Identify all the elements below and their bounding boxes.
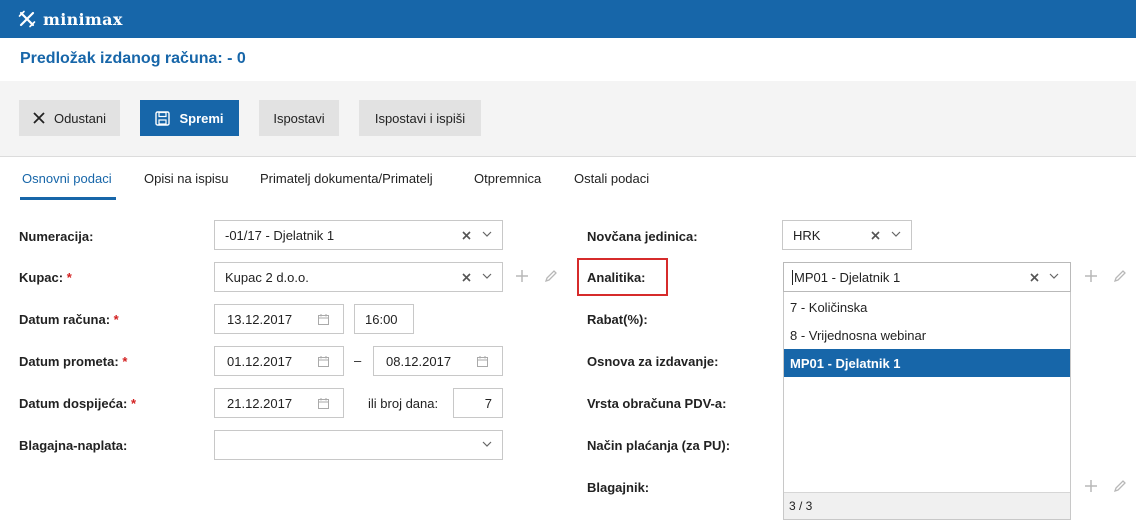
datum-racuna-label: Datum računa: * — [19, 312, 119, 327]
add-icon[interactable] — [515, 269, 529, 283]
top-bar — [0, 0, 1136, 38]
close-icon — [33, 112, 45, 124]
numeracija-label: Numeracija: — [19, 229, 94, 244]
chevron-down-icon[interactable] — [891, 231, 901, 238]
broj-dana-value: 7 — [484, 395, 492, 411]
chevron-down-icon[interactable] — [482, 273, 492, 280]
analitika-highlight — [577, 258, 668, 296]
numeracija-value: -01/17 - Djelatnik 1 — [225, 227, 335, 243]
analitika-dropdown: 7 - Količinska 8 - Vrijednosna webinar M… — [783, 292, 1071, 520]
blagajna-select[interactable] — [214, 430, 503, 460]
chevron-down-icon[interactable] — [482, 441, 492, 448]
kupac-value: Kupac 2 d.o.o. — [225, 269, 309, 285]
kupac-select[interactable]: Kupac 2 d.o.o. — [214, 262, 503, 292]
issue-button[interactable]: Ispostavi — [259, 100, 339, 136]
edit-icon[interactable] — [1113, 269, 1127, 283]
chevron-down-icon[interactable] — [482, 231, 492, 238]
vrsta-pdv-label: Vrsta obračuna PDV-a: — [587, 396, 727, 411]
cancel-button-label: Odustani — [53, 110, 107, 126]
tab-otpremnica[interactable]: Otpremnica — [474, 171, 541, 186]
datum-dospijeca-value: 21.12.2017 — [227, 395, 293, 411]
tab-opisi-na-ispisu[interactable]: Opisi na ispisu — [144, 171, 229, 186]
datum-prometa-to-value: 08.12.2017 — [386, 353, 452, 369]
save-button-label: Spremi — [179, 110, 224, 126]
calendar-icon[interactable] — [318, 356, 329, 367]
issue-print-button-label: Ispostavi i ispiši — [374, 110, 466, 126]
blagajnik-label: Blagajnik: — [587, 480, 650, 495]
active-tab-indicator — [20, 197, 116, 200]
save-button[interactable]: Spremi — [140, 100, 239, 136]
datum-dospijeca-label: Datum dospijeća: * — [19, 396, 137, 411]
edit-icon[interactable] — [544, 269, 558, 283]
osnova-label: Osnova za izdavanje: — [587, 354, 719, 369]
page-title: Predložak izdanog računa: - 0 — [20, 50, 246, 67]
required-mark: * — [130, 396, 137, 411]
required-mark: * — [122, 354, 128, 369]
issue-button-label: Ispostavi — [273, 110, 325, 126]
app-name: minimax — [43, 9, 123, 29]
minimax-logo-icon — [18, 10, 36, 28]
datum-prometa-to-input[interactable]: 08.12.2017 — [373, 346, 503, 376]
datum-prometa-label: Datum prometa: * — [19, 354, 128, 369]
tab-osnovni-podaci[interactable]: Osnovni podaci — [22, 171, 112, 186]
novcana-jedinica-label: Novčana jedinica: — [587, 229, 698, 244]
tab-primatelj[interactable]: Primatelj dokumenta/Primatelj — [260, 171, 433, 186]
numeracija-select[interactable]: -01/17 - Djelatnik 1 — [214, 220, 503, 250]
dropdown-option-selected[interactable]: MP01 - Djelatnik 1 — [784, 349, 1070, 377]
vrijeme-input[interactable]: 16:00 — [354, 304, 414, 334]
novcana-jedinica-select[interactable]: HRK — [782, 220, 912, 250]
analitika-value: MP01 - Djelatnik 1 — [792, 269, 901, 285]
dropdown-option[interactable]: 8 - Vrijednosna webinar — [784, 321, 1070, 349]
analitika-select[interactable]: MP01 - Djelatnik 1 — [783, 262, 1071, 292]
tab-ostali-podaci[interactable]: Ostali podaci — [574, 171, 649, 186]
save-icon — [155, 110, 171, 126]
datum-racuna-value: 13.12.2017 — [227, 311, 293, 327]
add-icon[interactable] — [1084, 269, 1098, 283]
clear-icon[interactable] — [462, 273, 471, 282]
app-logo[interactable]: minimax — [18, 8, 123, 30]
rabat-label: Rabat(%): — [587, 312, 648, 327]
edit-icon[interactable] — [1113, 479, 1127, 493]
calendar-icon[interactable] — [477, 356, 488, 367]
novcana-jedinica-value: HRK — [793, 227, 821, 243]
clear-icon[interactable] — [462, 231, 471, 240]
dropdown-count: 3 / 3 — [784, 492, 1070, 519]
dropdown-option[interactable]: 7 - Količinska — [784, 293, 1070, 321]
datum-dospijeca-input[interactable]: 21.12.2017 — [214, 388, 344, 418]
datum-prometa-from-input[interactable]: 01.12.2017 — [214, 346, 344, 376]
required-mark: * — [113, 312, 119, 327]
clear-icon[interactable] — [871, 231, 880, 240]
clear-icon[interactable] — [1030, 273, 1039, 282]
date-range-separator: – — [354, 353, 362, 368]
vrijeme-value: 16:00 — [365, 311, 398, 327]
nacin-placanja-label: Način plaćanja (za PU): — [587, 438, 731, 453]
calendar-icon[interactable] — [318, 398, 329, 409]
broj-dana-input[interactable]: 7 — [453, 388, 503, 418]
kupac-label: Kupac: * — [19, 270, 72, 285]
required-mark: * — [66, 270, 72, 285]
issue-print-button[interactable]: Ispostavi i ispiši — [359, 100, 481, 136]
add-icon[interactable] — [1084, 479, 1098, 493]
broj-dana-label: ili broj dana: — [368, 396, 439, 411]
cancel-button[interactable]: Odustani — [19, 100, 120, 136]
datum-racuna-input[interactable]: 13.12.2017 — [214, 304, 344, 334]
calendar-icon[interactable] — [318, 314, 329, 325]
chevron-down-icon[interactable] — [1049, 273, 1059, 280]
datum-prometa-from-value: 01.12.2017 — [227, 353, 293, 369]
blagajna-label: Blagajna-naplata: — [19, 438, 128, 453]
